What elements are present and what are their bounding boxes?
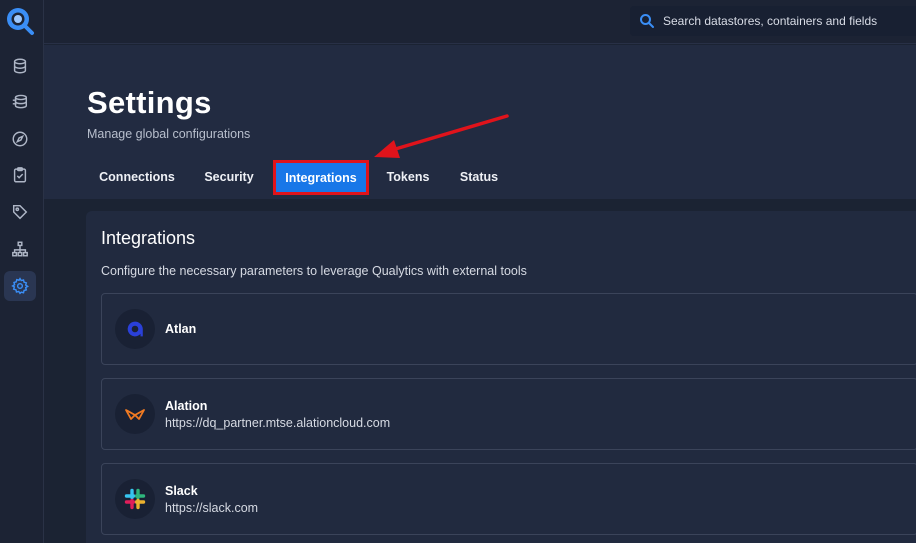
top-bar: [44, 0, 916, 44]
tab-connections[interactable]: Connections: [87, 162, 187, 192]
integration-name: Slack: [165, 484, 198, 498]
database-stack-icon: [12, 94, 28, 109]
slack-logo-icon: [115, 479, 155, 519]
database-icon: [13, 58, 27, 74]
settings-header: Settings Manage global configurations Co…: [44, 45, 916, 199]
tab-status[interactable]: Status: [448, 162, 510, 192]
gear-icon: [11, 277, 29, 295]
sidebar-item-explore[interactable]: [4, 124, 36, 154]
tab-integrations[interactable]: Integrations: [273, 160, 369, 195]
integration-name: Alation: [165, 399, 208, 413]
sidebar-item-tags[interactable]: [4, 197, 36, 227]
integration-card-slack[interactable]: Slack https://slack.com: [101, 463, 916, 535]
search-input[interactable]: [663, 14, 916, 28]
sidebar-item-enrichment[interactable]: [4, 87, 36, 117]
content-area: Integrations Configure the necessary par…: [44, 199, 916, 543]
sidebar-item-flows[interactable]: [4, 234, 36, 264]
qualytics-logo[interactable]: [4, 5, 36, 37]
integration-url: https://dq_partner.mtse.alationcloud.com: [165, 416, 391, 430]
integration-url: https://slack.com: [165, 501, 259, 515]
sidebar-item-checks[interactable]: [4, 160, 36, 190]
sidebar-item-datastores[interactable]: [4, 51, 36, 81]
search-icon: [640, 14, 654, 28]
alation-logo-icon: [115, 394, 155, 434]
integration-name: Atlan: [165, 322, 197, 336]
integration-card-atlan[interactable]: Atlan: [101, 293, 916, 365]
page-title: Settings: [87, 85, 212, 120]
panel-description: Configure the necessary parameters to le…: [101, 264, 527, 278]
sidebar: [0, 0, 44, 543]
sidebar-item-settings[interactable]: [4, 271, 36, 301]
tab-tokens[interactable]: Tokens: [378, 162, 438, 192]
panel-title: Integrations: [101, 228, 196, 248]
compass-icon: [12, 131, 28, 147]
integration-card-alation[interactable]: Alation https://dq_partner.mtse.alationc…: [101, 378, 916, 450]
global-search[interactable]: [630, 6, 916, 36]
tab-security[interactable]: Security: [194, 162, 264, 192]
page-subtitle: Manage global configurations: [87, 127, 251, 141]
tag-icon: [12, 204, 28, 220]
clipboard-check-icon: [13, 167, 27, 183]
integrations-panel: Integrations Configure the necessary par…: [86, 211, 916, 543]
atlan-logo-icon: [115, 309, 155, 349]
org-chart-icon: [12, 241, 28, 257]
